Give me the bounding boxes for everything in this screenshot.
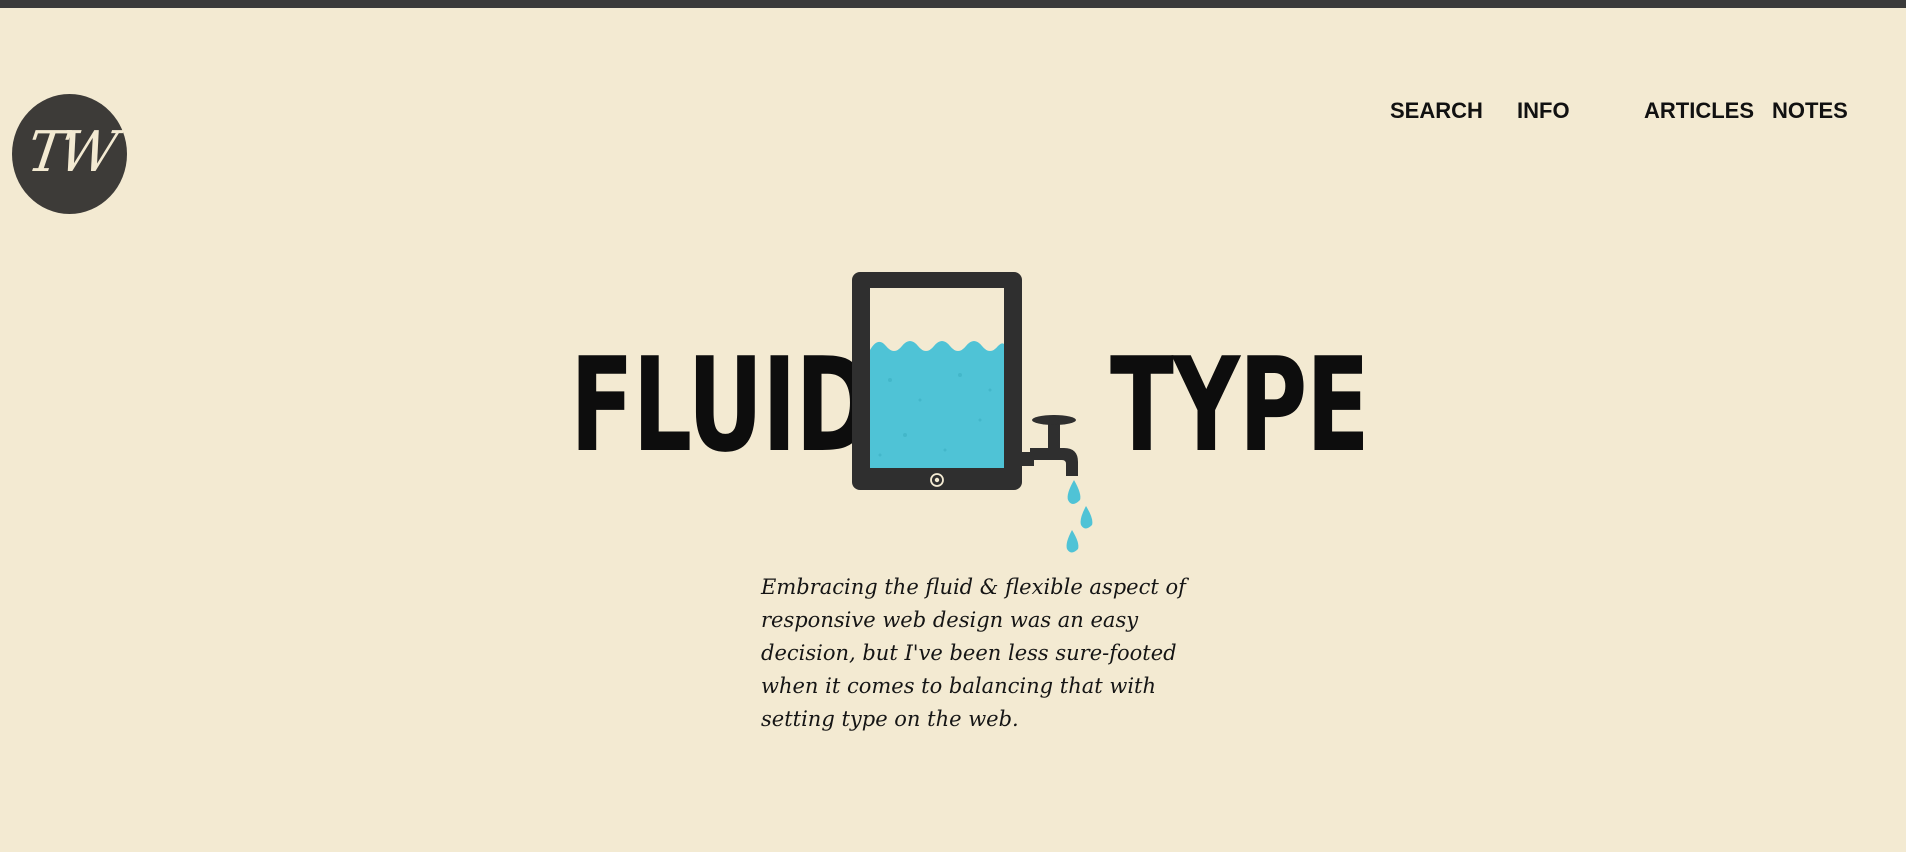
hero-word-type: TYPE bbox=[1110, 329, 1370, 481]
hero-word-fluid: FLUID bbox=[570, 329, 873, 481]
intro-paragraph: Embracing the fluid & flexible aspect of… bbox=[761, 575, 1186, 731]
tablet-faucet-icon bbox=[852, 272, 1093, 553]
hero: FLUID TYPE Embracing the fluid & flexibl… bbox=[0, 0, 1906, 852]
